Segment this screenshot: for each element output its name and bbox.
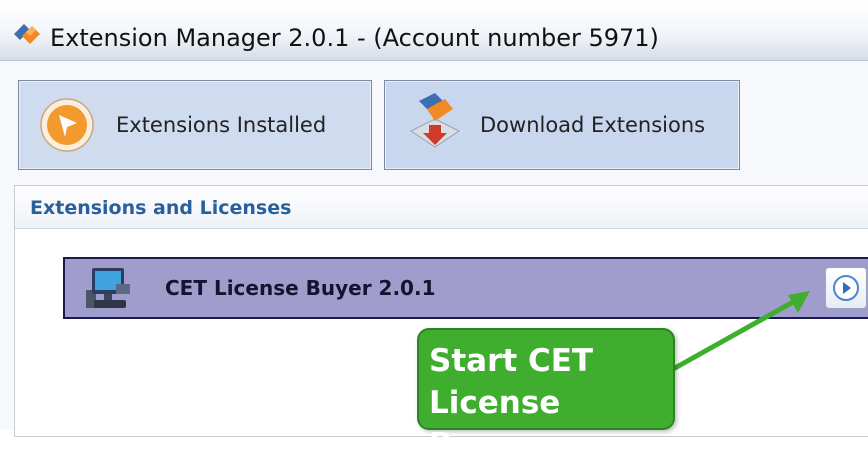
window-title: Extension Manager 2.0.1 - (Account numbe…: [50, 24, 659, 52]
callout-bubble: Start CET License Buyer: [417, 328, 675, 463]
panel-header: Extensions and Licenses: [15, 186, 868, 229]
computer-icon: [86, 268, 130, 308]
title-bar: Extension Manager 2.0.1 - (Account numbe…: [0, 0, 868, 61]
callout-text: Start CET License Buyer: [429, 343, 594, 463]
app-logo-icon: [14, 24, 40, 44]
tab-label: Download Extensions: [480, 113, 706, 137]
download-icon: [410, 93, 460, 148]
extension-name: CET License Buyer 2.0.1: [165, 276, 436, 300]
orange-arrow-icon: [40, 98, 94, 152]
section-title: Extensions and Licenses: [30, 197, 292, 219]
callout-arrow: [664, 291, 810, 376]
start-extension-button[interactable]: [825, 267, 867, 309]
tab-extensions-installed[interactable]: Extensions Installed: [18, 80, 372, 170]
tab-download-extensions[interactable]: Download Extensions: [384, 80, 740, 170]
tab-label: Extensions Installed: [116, 113, 327, 137]
play-icon: [833, 275, 859, 301]
